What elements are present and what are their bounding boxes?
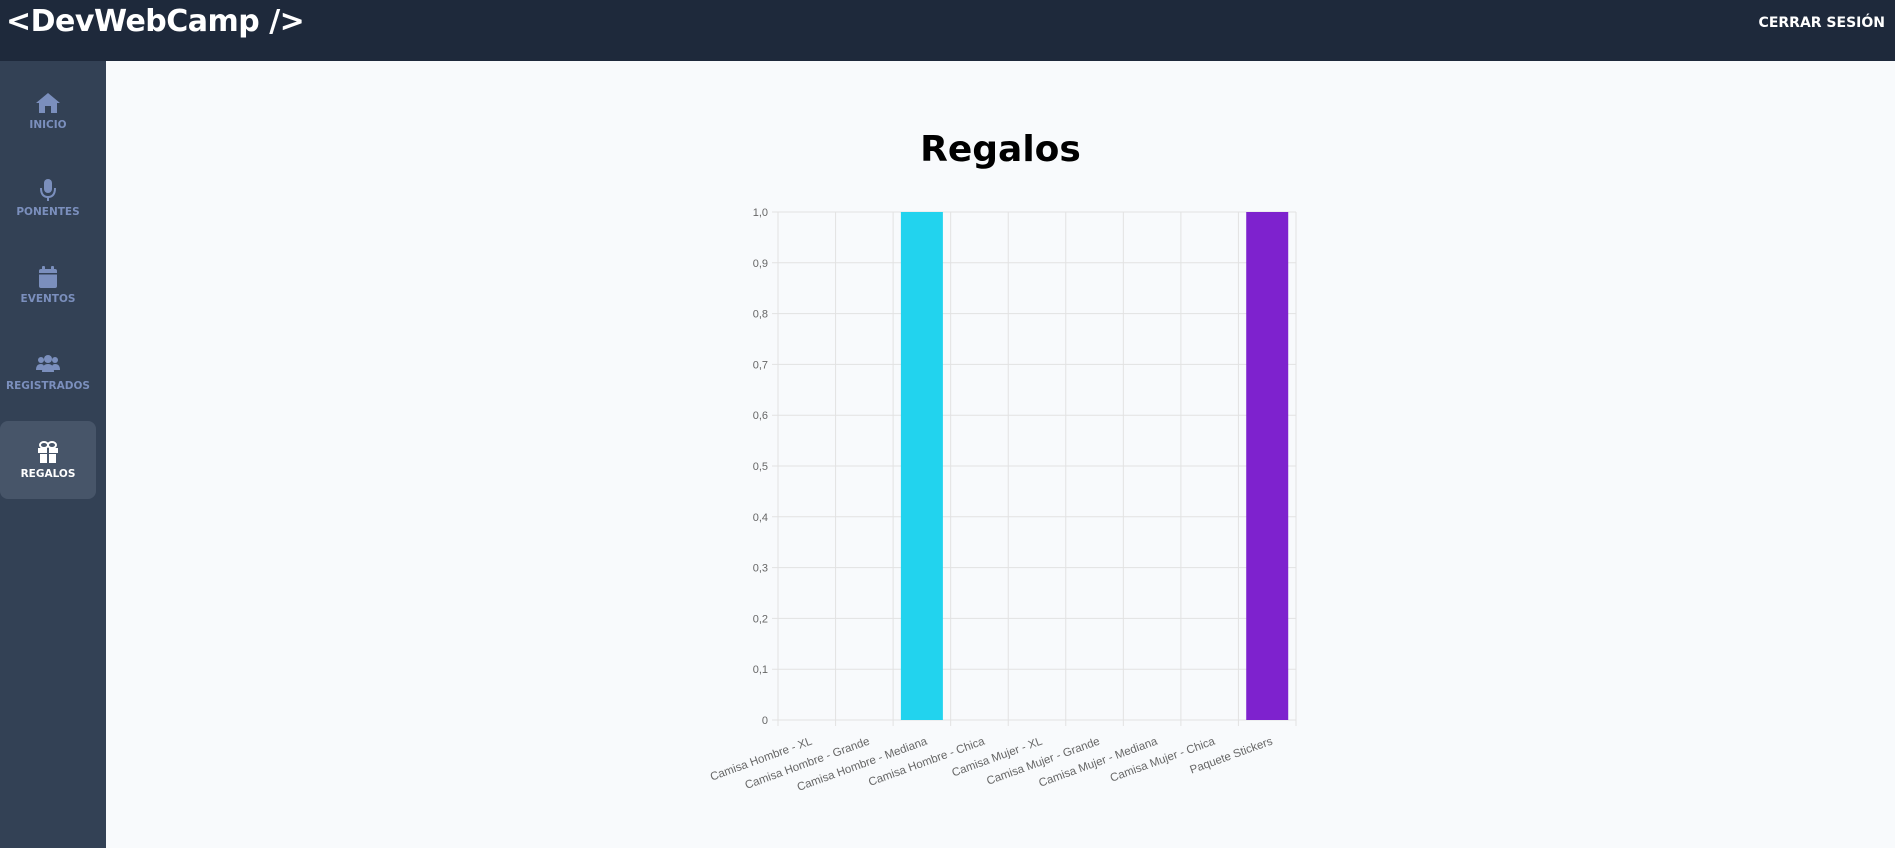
vertical-scrollbar[interactable] [1891, 61, 1895, 848]
y-tick-label: 0,4 [753, 512, 768, 524]
sidebar-item-label: PONENTES [16, 206, 80, 218]
sidebar-item-ponentes[interactable]: PONENTES [0, 159, 96, 237]
y-tick-label: 0,8 [753, 309, 768, 321]
y-tick-label: 0,9 [753, 258, 768, 270]
y-tick-label: 0,7 [753, 359, 768, 371]
sidebar-item-label: REGALOS [20, 468, 76, 480]
y-tick-label: 0,3 [753, 563, 768, 575]
house-icon [36, 93, 60, 113]
sidebar-item-eventos[interactable]: EVENTOS [0, 246, 96, 324]
regalos-bar-chart: 00,10,20,30,40,50,60,70,80,91,0Camisa Ho… [709, 207, 1297, 794]
y-tick-label: 0,6 [753, 410, 768, 422]
gift-icon [38, 441, 58, 463]
sidebar-item-regalos[interactable]: REGALOS [0, 421, 96, 499]
logout-button[interactable]: CERRAR SESIÓN [1759, 15, 1885, 31]
y-tick-label: 0,5 [753, 461, 768, 473]
users-icon [36, 355, 60, 372]
bar-camisa-hombre-mediana[interactable] [900, 212, 943, 720]
sidebar: INICIO PONENTES EVENTOS REGISTRADOS REGA… [0, 61, 106, 848]
main-content: Regalos 0 0,1 0,2 0,3 0,4 0,5 0,6 0,7 0,8 0,9 1,0 C… [106, 61, 1895, 848]
y-tick-label: 0 [762, 715, 768, 727]
y-tick-label: 0,2 [753, 613, 768, 625]
sidebar-item-inicio[interactable]: INICIO [0, 72, 96, 150]
top-header: <DevWebCamp /> CERRAR SESIÓN [0, 0, 1895, 61]
y-tick-label: 0,1 [753, 664, 768, 676]
sidebar-item-registrados[interactable]: REGISTRADOS [0, 333, 96, 411]
bar-paquete-stickers[interactable] [1246, 212, 1289, 720]
sidebar-item-label: REGISTRADOS [6, 380, 90, 392]
sidebar-item-label: INICIO [29, 119, 67, 131]
microphone-icon [40, 179, 56, 201]
app-logo[interactable]: <DevWebCamp /> [6, 4, 305, 39]
calendar-icon [39, 266, 57, 288]
sidebar-item-label: EVENTOS [20, 293, 76, 305]
y-tick-label: 1,0 [753, 207, 768, 219]
